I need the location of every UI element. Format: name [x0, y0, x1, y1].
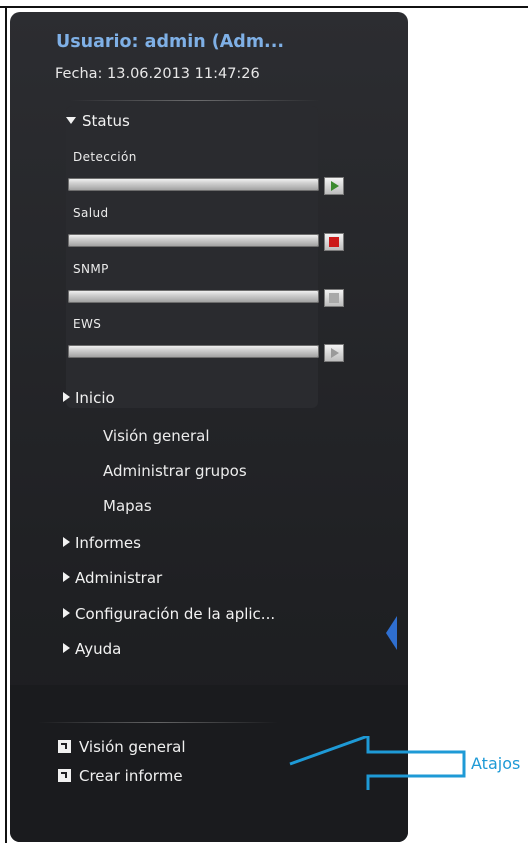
status-progress-salud [68, 234, 319, 247]
triangle-right-icon [63, 392, 70, 402]
play-icon [331, 348, 339, 358]
status-progress-snmp [68, 290, 319, 303]
nav-item-administrar-grupos[interactable]: Administrar grupos [103, 462, 247, 480]
left-border-line [5, 6, 7, 843]
play-icon [331, 181, 339, 191]
shortcuts-divider [38, 722, 278, 723]
status-progress-deteccion [68, 178, 319, 191]
ews-play-button[interactable] [324, 344, 344, 362]
collapse-panel-handle-icon[interactable] [386, 616, 397, 650]
nav-item-mapas[interactable]: Mapas [103, 497, 152, 515]
nav-ayuda[interactable]: Ayuda [63, 640, 121, 658]
nav-informes-label: Informes [75, 534, 141, 552]
shortcut-vision-general[interactable]: Visión general [58, 738, 186, 756]
nav-inicio[interactable]: Inicio [63, 389, 115, 407]
snmp-stop-button[interactable] [324, 289, 344, 307]
nav-administrar[interactable]: Administrar [63, 569, 162, 587]
status-label-snmp: SNMP [73, 262, 109, 276]
nav-informes[interactable]: Informes [63, 534, 141, 552]
stop-icon [329, 237, 339, 247]
nav-ayuda-label: Ayuda [75, 640, 122, 658]
nav-configuracion-label: Configuración de la aplic... [75, 605, 276, 623]
triangle-right-icon [63, 572, 70, 582]
shortcut-arrow-icon [58, 740, 71, 753]
user-title[interactable]: Usuario: admin (Adm... [56, 32, 284, 52]
status-label-salud: Salud [73, 206, 109, 220]
shortcut-crear-informe-label: Crear informe [79, 767, 183, 785]
status-heading: Status [82, 112, 130, 130]
shortcut-crear-informe[interactable]: Crear informe [58, 767, 183, 785]
nav-inicio-label: Inicio [75, 389, 115, 407]
status-progress-ews [68, 345, 319, 358]
navigation-panel: Usuario: admin (Adm... Fecha: 13.06.2013… [10, 12, 408, 842]
header-divider [70, 100, 320, 101]
callout-arrow-icon [289, 736, 466, 790]
date-label: Fecha: 13.06.2013 11:47:26 [55, 66, 260, 82]
stop-icon [329, 293, 339, 303]
salud-stop-button[interactable] [324, 233, 344, 251]
triangle-right-icon [63, 537, 70, 547]
status-label-ews: EWS [73, 317, 102, 331]
triangle-right-icon [63, 643, 70, 653]
status-label-deteccion: Detección [73, 150, 137, 164]
callout-label: Atajos [471, 754, 521, 773]
deteccion-play-button[interactable] [324, 177, 344, 195]
nav-configuracion[interactable]: Configuración de la aplic... [63, 605, 275, 623]
top-border-line [0, 6, 528, 8]
nav-item-vision-general[interactable]: Visión general [103, 427, 210, 445]
triangle-right-icon [63, 608, 70, 618]
status-toggle[interactable]: Status [66, 112, 130, 130]
nav-administrar-label: Administrar [75, 569, 163, 587]
shortcut-vision-general-label: Visión general [79, 738, 186, 756]
shortcut-arrow-icon [58, 769, 71, 782]
triangle-down-icon [66, 117, 76, 124]
